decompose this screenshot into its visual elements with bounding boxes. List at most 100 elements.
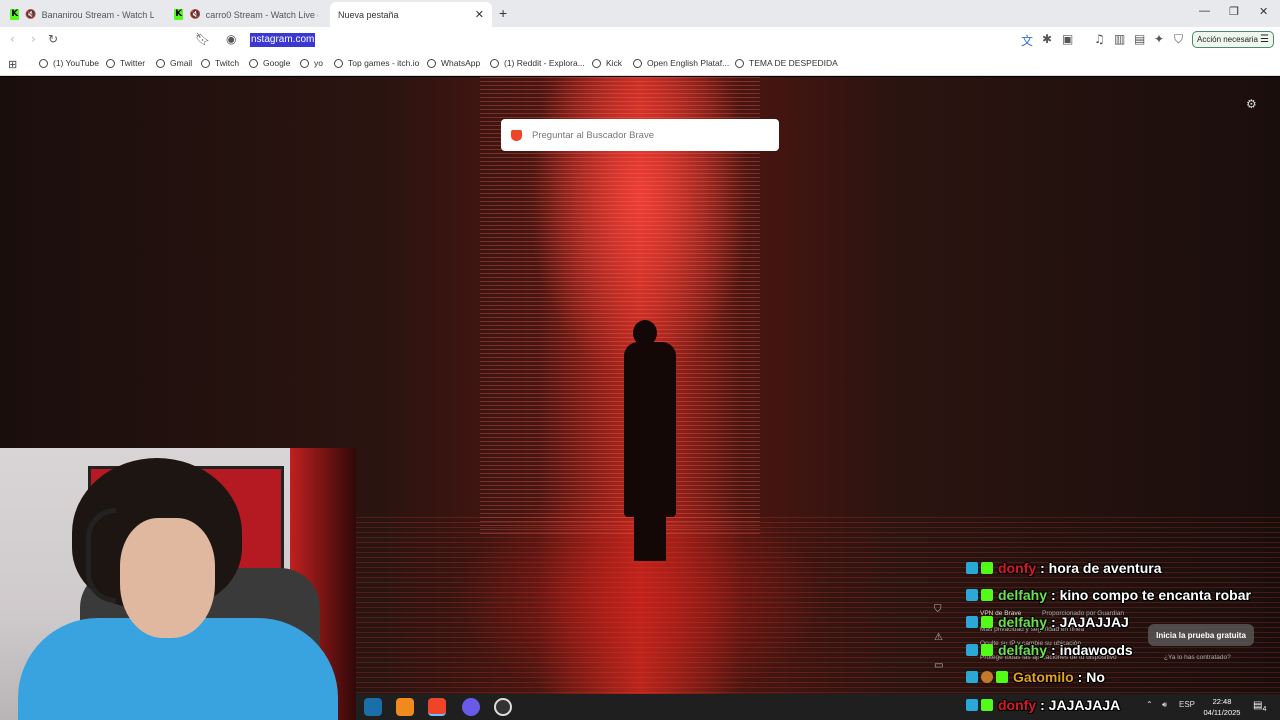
chat-text: hora de aventura (1048, 560, 1162, 576)
chat-username: delfahy (998, 614, 1048, 630)
bookmark-twitch[interactable]: Twitch (201, 58, 239, 68)
vpn-icon[interactable]: ⛉ (1174, 32, 1183, 47)
search-placeholder: Preguntar al Buscador Brave (532, 129, 654, 141)
action-required-button[interactable]: Acción necesaria ☰ (1192, 31, 1274, 48)
vpn-already-link[interactable]: ¿Ya lo has contratado? (1164, 654, 1231, 661)
badge-icon (981, 671, 993, 683)
chat-text: kino compo te encanta robar (1059, 587, 1251, 603)
notification-count: 4 (1262, 706, 1267, 713)
bookmark-icon[interactable]: 🔖︎ (195, 32, 210, 46)
badge-icon (966, 699, 978, 711)
chat-text: No (1086, 669, 1105, 685)
brave-lion-icon (511, 129, 522, 141)
chat-text: JAJAJAJA (1048, 697, 1121, 713)
globe-icon (633, 58, 642, 68)
chat-message: donfy: JAJAJAJA (966, 697, 1120, 713)
brave-browser-icon[interactable] (428, 698, 446, 716)
minimize-button[interactable]: — (1199, 5, 1210, 17)
silhouette-body (624, 342, 676, 517)
tray-chevron-icon[interactable]: ⌃ (1146, 700, 1153, 709)
settings-gear-icon[interactable]: ⚙ (1246, 97, 1257, 111)
bookmark-google[interactable]: Google (249, 58, 290, 68)
reload-icon[interactable]: ↻ (48, 32, 58, 46)
muted-speaker-icon[interactable]: 🔇 (25, 9, 36, 20)
chat-text: indawoods (1059, 642, 1133, 658)
globe-icon (201, 58, 210, 68)
bookmark-gmail[interactable]: Gmail (156, 58, 192, 68)
globe-icon (334, 58, 343, 68)
kick-icon: K (174, 9, 184, 20)
badge-icon (966, 562, 978, 574)
tab-new-tab[interactable]: Nueva pestaña ✕ (330, 2, 492, 27)
globe-icon (427, 58, 436, 68)
bookmark-yo[interactable]: yo (300, 58, 323, 68)
new-tab-button[interactable]: + (499, 5, 507, 21)
extensions-icon[interactable]: ✱ (1042, 32, 1052, 46)
translate-icon[interactable]: 文 (1021, 32, 1033, 49)
bookmark-twitter[interactable]: Twitter (106, 58, 145, 68)
badge-icon (966, 589, 978, 601)
bookmark-reddit[interactable]: (1) Reddit - Explora... (490, 58, 585, 68)
browser-toolbar: ‹ › ↻ 🔖︎ ◉ nstagram.com 文 ✱ ▣ ♫ ▥ ▤ ✦ ⛉ … (0, 27, 1280, 53)
vpn-trial-button[interactable]: Inicia la prueba gratuita (1148, 624, 1254, 646)
badge-icon (981, 616, 993, 628)
badge-icon (981, 644, 993, 656)
tab-carro0[interactable]: K 🔇 carro0 Stream - Watch Live on K (166, 2, 326, 27)
site-info-icon[interactable]: ◉ (226, 32, 236, 46)
close-tab-icon[interactable]: ✕ (475, 8, 484, 21)
streamer-webcam (0, 448, 356, 720)
globe-icon (490, 58, 499, 68)
globe-icon (106, 58, 115, 68)
chat-message: delfahy: JAJAJJAJ (966, 614, 1129, 630)
fl-studio-icon[interactable] (396, 698, 414, 716)
muted-speaker-icon[interactable]: 🔇 (189, 9, 200, 20)
webcam-face (120, 518, 215, 638)
bookmark-youtube[interactable]: (1) YouTube (39, 58, 99, 68)
language-indicator[interactable]: ESP (1179, 700, 1195, 709)
bookmarks-bar: (1) YouTube Twitter Gmail Twitch Google … (0, 53, 1280, 76)
forward-icon[interactable]: › (31, 32, 36, 46)
bookmark-kick[interactable]: Kick (592, 58, 622, 68)
device-icon: ▭ (934, 660, 944, 671)
chat-message: delfahy: kino compo te encanta robar (966, 587, 1251, 603)
obs-icon[interactable] (494, 698, 512, 716)
close-window-button[interactable]: ✕ (1259, 5, 1268, 18)
restore-button[interactable]: ❐ (1229, 5, 1239, 18)
brave-vpn-panel: ⛉ ⚠ ▭ VPN de Brave Proporcionado por Gua… (930, 600, 1260, 671)
chat-username: donfy (998, 560, 1037, 576)
apps-grid-icon[interactable]: ⊞ (8, 58, 17, 71)
bookmark-whatsapp[interactable]: WhatsApp (427, 58, 480, 68)
tab-title: carro0 Stream - Watch Live on K (205, 9, 318, 20)
menu-icon: ☰ (1260, 34, 1269, 45)
address-bar-input[interactable]: nstagram.com (250, 33, 316, 47)
badge-icon (966, 644, 978, 656)
badge-icon (996, 671, 1008, 683)
globe-icon (735, 58, 744, 68)
badge-icon (981, 589, 993, 601)
screenshot-icon[interactable]: ▣ (1062, 32, 1073, 46)
chat-username: delfahy (998, 587, 1048, 603)
back-icon[interactable]: ‹ (10, 32, 15, 46)
bookmark-tema-despedida[interactable]: TEMA DE DESPEDIDA (735, 58, 838, 68)
notifications-icon[interactable]: ▤4 (1253, 700, 1266, 713)
volume-icon[interactable]: 🔊︎ (1162, 700, 1167, 710)
kick-icon: K (10, 9, 20, 20)
bookmark-open-english[interactable]: Open English Plataf... (633, 58, 729, 68)
badge-icon (981, 699, 993, 711)
bookmark-itchio[interactable]: Top games - itch.io (334, 58, 419, 68)
chat-message: delfahy: indawoods (966, 642, 1133, 658)
badge-icon (981, 562, 993, 574)
tab-bananirou[interactable]: K 🔇 Bananirou Stream - Watch Live o (2, 2, 162, 27)
steam-icon[interactable] (364, 698, 382, 716)
chat-text: JAJAJJAJ (1059, 614, 1129, 630)
leo-ai-icon[interactable]: ✦ (1154, 32, 1164, 46)
headphones-icon (86, 508, 116, 603)
clock-time: 22:48 (1212, 697, 1232, 706)
media-icon[interactable]: ♫ (1094, 32, 1105, 46)
discord-icon[interactable] (462, 698, 480, 716)
system-clock[interactable]: 22:48 04/11/2025 (1202, 696, 1242, 718)
sidebar-icon[interactable]: ▥ (1114, 32, 1125, 46)
wallet-icon[interactable]: ▤ (1134, 32, 1145, 46)
globe-icon (156, 58, 165, 68)
brave-search-box[interactable]: Preguntar al Buscador Brave (501, 119, 779, 151)
